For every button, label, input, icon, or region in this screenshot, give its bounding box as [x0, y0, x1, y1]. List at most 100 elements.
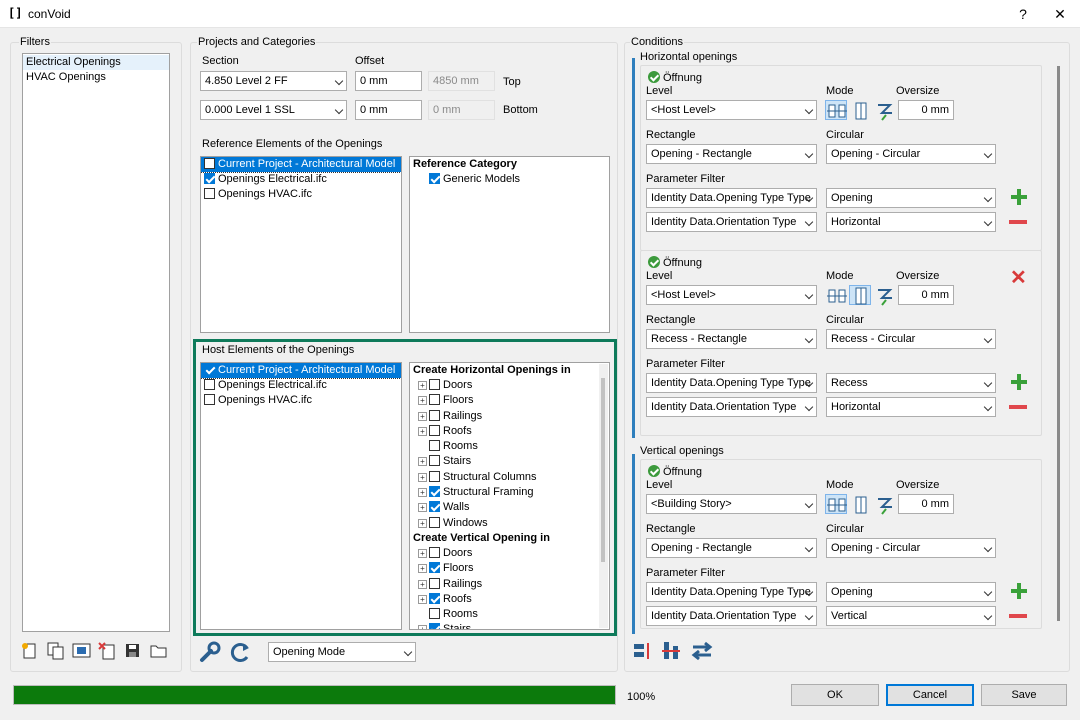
add-filter-icon[interactable]	[1011, 189, 1027, 205]
level-select[interactable]: <Host Level>	[646, 285, 817, 305]
model-item[interactable]: Openings Electrical.ifc	[201, 378, 401, 393]
opening-mode-select[interactable]: Opening Mode	[268, 642, 416, 662]
mode-option-3[interactable]	[873, 100, 895, 121]
filter-item-hvac[interactable]: HVAC Openings	[23, 70, 169, 85]
host-category-tree[interactable]: Create Horizontal Openings in + Doors + Flo…	[409, 362, 610, 630]
mode-option-3[interactable]	[873, 285, 895, 306]
checkbox[interactable]	[429, 592, 440, 604]
value2-select[interactable]: Horizontal	[826, 212, 996, 232]
param1-select[interactable]: Identity Data.Opening Type Type	[646, 373, 817, 393]
save-button[interactable]: Save	[981, 684, 1067, 706]
checkbox[interactable]	[429, 577, 440, 589]
rectangle-select[interactable]: Recess - Rectangle	[646, 329, 817, 349]
align-vertical-icon[interactable]	[660, 640, 682, 662]
checkbox[interactable]	[429, 440, 440, 452]
category-item[interactable]: + Railings	[410, 577, 609, 592]
checkbox[interactable]	[429, 516, 440, 528]
checkbox[interactable]	[204, 379, 215, 390]
checkbox[interactable]	[429, 562, 440, 574]
circular-select[interactable]: Recess - Circular	[826, 329, 996, 349]
category-item[interactable]: + Floors	[410, 393, 609, 408]
category-item[interactable]: + Doors	[410, 546, 609, 561]
reference-models-list[interactable]: Current Project - Architectural Model Ope…	[200, 156, 402, 333]
folder-icon[interactable]	[150, 642, 168, 660]
checkbox[interactable]	[204, 158, 215, 169]
level-select[interactable]: <Host Level>	[646, 100, 817, 120]
expand-icon[interactable]: +	[418, 503, 427, 513]
expand-icon[interactable]: +	[418, 548, 427, 558]
circular-select[interactable]: Opening - Circular	[826, 538, 996, 558]
model-item[interactable]: Current Project - Architectural Model	[201, 363, 401, 379]
remove-filter-icon[interactable]	[1009, 220, 1027, 224]
expand-icon[interactable]	[418, 440, 427, 449]
remove-filter-icon[interactable]	[1009, 405, 1027, 409]
remove-filter-icon[interactable]	[1009, 614, 1027, 618]
swap-icon[interactable]	[690, 640, 714, 662]
conditions-scrollbar[interactable]	[1055, 58, 1063, 630]
category-item[interactable]: + Structural Columns	[410, 470, 609, 485]
checkbox[interactable]	[429, 379, 440, 390]
category-item[interactable]: + Windows	[410, 516, 609, 531]
value2-select[interactable]: Vertical	[826, 606, 996, 626]
category-item[interactable]: + Roofs	[410, 424, 609, 439]
align-horizontal-icon[interactable]	[632, 640, 654, 662]
checkbox[interactable]	[429, 173, 440, 184]
save-icon[interactable]	[124, 642, 142, 660]
reference-category-tree[interactable]: Reference Category Generic Models	[409, 156, 610, 333]
tree-scroll-thumb[interactable]	[601, 378, 605, 562]
checkbox[interactable]	[429, 470, 440, 482]
value2-select[interactable]: Horizontal	[826, 397, 996, 417]
mode-option-2[interactable]	[849, 100, 871, 120]
checkbox[interactable]	[429, 546, 440, 558]
wrench-icon[interactable]	[198, 640, 222, 664]
category-item[interactable]: + Doors	[410, 378, 609, 393]
delete-filter-icon[interactable]	[98, 642, 118, 660]
oversize-input[interactable]: 0 mm	[898, 100, 954, 120]
expand-icon[interactable]: +	[418, 579, 427, 589]
expand-icon[interactable]	[418, 173, 427, 182]
checkbox[interactable]	[429, 409, 440, 421]
checkbox[interactable]	[429, 608, 440, 620]
category-item[interactable]: + Walls	[410, 500, 609, 515]
param1-select[interactable]: Identity Data.Opening Type Type	[646, 582, 817, 602]
rectangle-select[interactable]: Opening - Rectangle	[646, 144, 817, 164]
category-item[interactable]: Rooms	[410, 607, 609, 622]
checkbox[interactable]	[204, 364, 215, 375]
param2-select[interactable]: Identity Data.Orientation Type	[646, 212, 817, 232]
level-select[interactable]: <Building Story>	[646, 494, 817, 514]
new-filter-icon[interactable]	[20, 642, 40, 660]
value1-select[interactable]: Opening	[826, 582, 996, 602]
top-section-select[interactable]: 4.850 Level 2 FF	[200, 71, 347, 91]
value1-select[interactable]: Recess	[826, 373, 996, 393]
delete-rule-icon[interactable]: ✕	[1010, 268, 1027, 288]
checkbox[interactable]	[429, 623, 440, 629]
expand-icon[interactable]: +	[418, 381, 427, 390]
model-item[interactable]: Openings HVAC.ifc	[201, 187, 401, 202]
param1-select[interactable]: Identity Data.Opening Type Type	[646, 188, 817, 208]
expand-icon[interactable]: +	[418, 594, 427, 604]
expand-icon[interactable]: +	[418, 625, 427, 629]
circular-select[interactable]: Opening - Circular	[826, 144, 996, 164]
rectangle-select[interactable]: Opening - Rectangle	[646, 538, 817, 558]
category-item[interactable]: + Structural Framing	[410, 485, 609, 500]
host-models-list[interactable]: Current Project - Architectural Model Ope…	[200, 362, 402, 630]
add-filter-icon[interactable]	[1011, 374, 1027, 390]
filter-item-electrical[interactable]: Electrical Openings	[23, 55, 169, 70]
bottom-offset-input[interactable]: 0 mm	[355, 100, 422, 120]
oversize-input[interactable]: 0 mm	[898, 285, 954, 305]
checkbox[interactable]	[429, 394, 440, 406]
category-item[interactable]: + Floors	[410, 561, 609, 576]
category-item[interactable]: + Stairs	[410, 454, 609, 469]
param2-select[interactable]: Identity Data.Orientation Type	[646, 606, 817, 626]
copy-filter-icon[interactable]	[46, 642, 66, 660]
tree-scrollbar[interactable]	[599, 364, 608, 628]
category-item[interactable]: Generic Models	[410, 172, 609, 187]
mode-option-3[interactable]	[873, 494, 895, 515]
help-button[interactable]: ?	[1004, 0, 1042, 28]
expand-icon[interactable]: +	[418, 396, 427, 406]
expand-icon[interactable]: +	[418, 518, 427, 528]
checkbox[interactable]	[429, 455, 440, 467]
expand-icon[interactable]: +	[418, 564, 427, 574]
conditions-scroll-thumb[interactable]	[1057, 66, 1060, 621]
close-button[interactable]: ✕	[1041, 0, 1079, 28]
